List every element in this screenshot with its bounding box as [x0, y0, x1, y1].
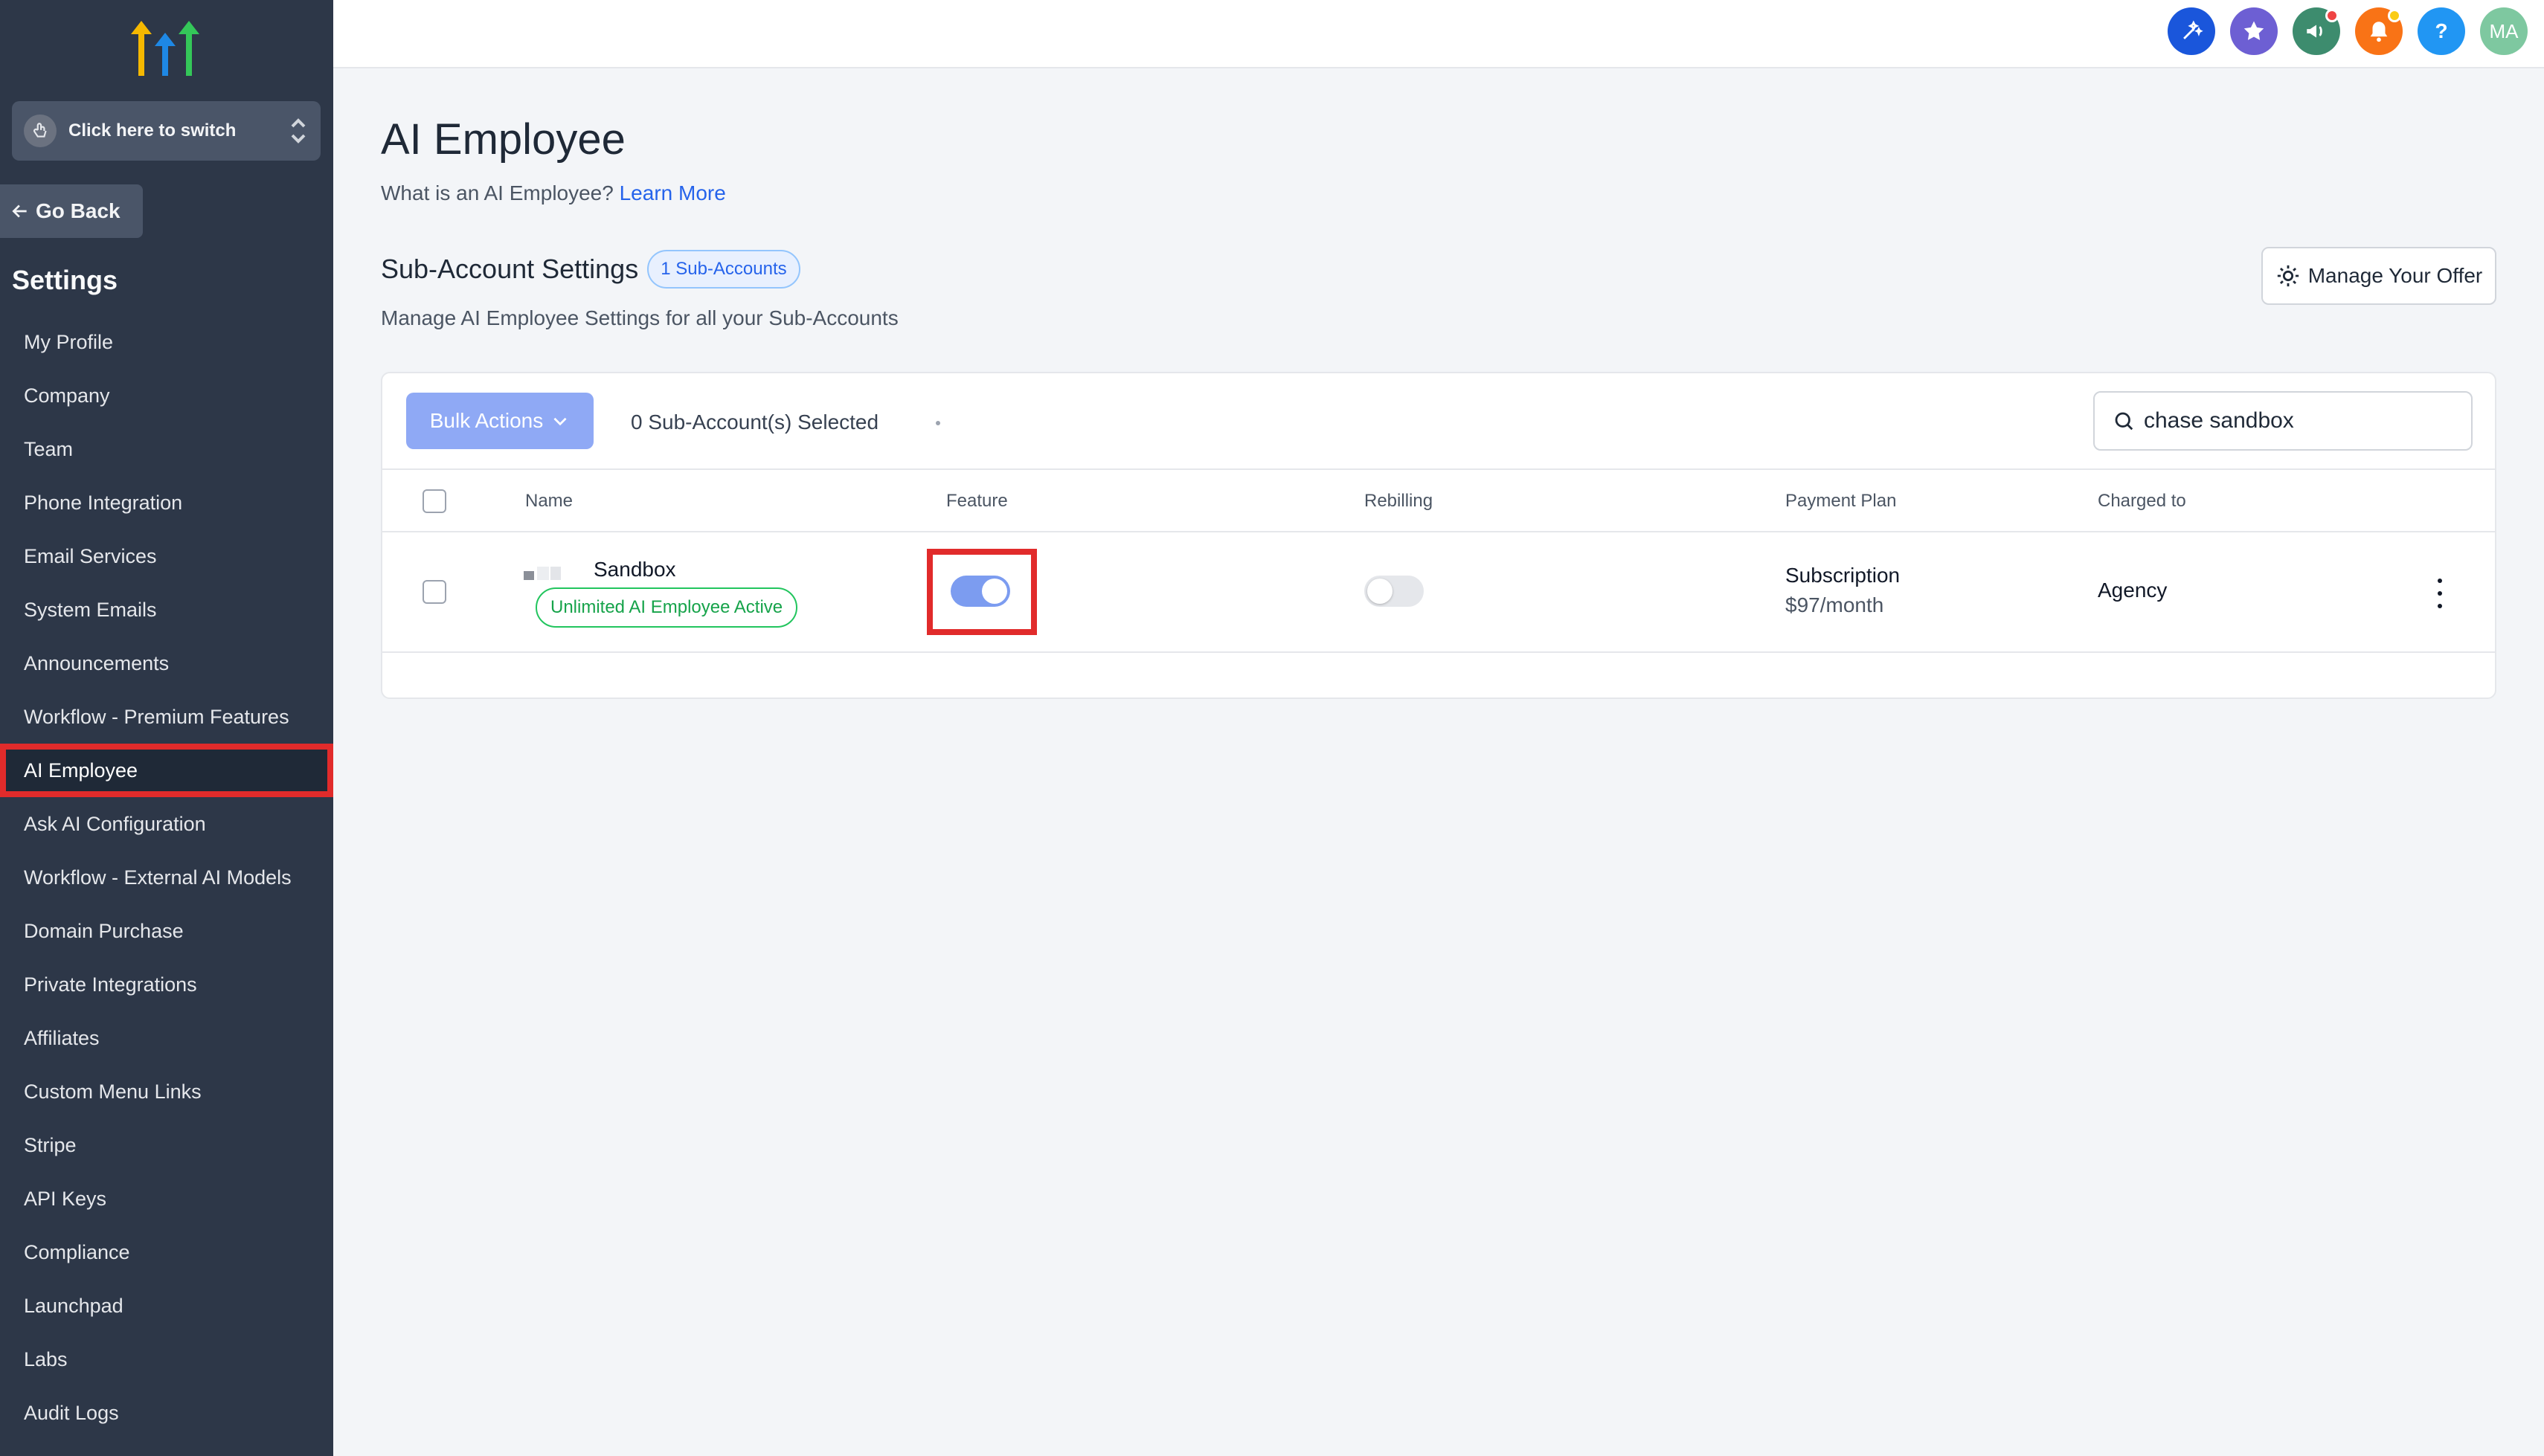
help-glyph: ? [2435, 19, 2448, 42]
sun-icon [2277, 265, 2299, 287]
bulk-actions-button[interactable]: Bulk Actions [406, 393, 594, 449]
section-title: Sub-Account Settings 1 Sub-Accounts [381, 250, 800, 289]
feature-toggle[interactable] [951, 576, 1010, 607]
manage-offer-label: Manage Your Offer [2307, 264, 2483, 287]
settings-nav: My Profile Company Team Phone Integratio… [0, 315, 333, 1440]
account-switcher[interactable]: Click here to switch [12, 101, 321, 161]
sidebar-item-launchpad[interactable]: Launchpad [0, 1279, 333, 1333]
sidebar-item-team[interactable]: Team [0, 422, 333, 476]
bell-icon[interactable] [2355, 7, 2403, 55]
sidebar-item-workflow-premium[interactable]: Workflow - Premium Features [0, 690, 333, 744]
switcher-label: Click here to switch [68, 120, 237, 141]
rebilling-toggle[interactable] [1364, 576, 1424, 607]
subtitle-text: What is an AI Employee? [381, 181, 614, 204]
sidebar-item-email-services[interactable]: Email Services [0, 529, 333, 583]
chevron-updown-icon [291, 118, 306, 144]
sidebar-item-private-integrations[interactable]: Private Integrations [0, 958, 333, 1011]
sidebar-item-announcements[interactable]: Announcements [0, 637, 333, 690]
toggle-knob [982, 579, 1007, 604]
manage-offer-button[interactable]: Manage Your Offer [2261, 247, 2496, 305]
sidebar-item-audit-logs[interactable]: Audit Logs [0, 1386, 333, 1440]
arrow-left-icon [12, 204, 27, 218]
header-charged-to[interactable]: Charged to [2098, 491, 2186, 512]
top-icons: ? MA [2168, 7, 2528, 55]
bulk-actions-label: Bulk Actions [429, 409, 544, 432]
app-logo[interactable] [128, 16, 202, 79]
search-icon [2115, 412, 2133, 431]
sub-accounts-table-card: Bulk Actions 0 Sub-Account(s) Selected N… [381, 372, 2496, 699]
user-avatar[interactable]: MA [2480, 7, 2528, 55]
sidebar-item-domain-purchase[interactable]: Domain Purchase [0, 904, 333, 958]
sidebar-item-api-keys[interactable]: API Keys [0, 1172, 333, 1225]
sidebar-item-stripe[interactable]: Stripe [0, 1118, 333, 1172]
go-back-button[interactable]: Go Back [0, 184, 143, 238]
status-badge: Unlimited AI Employee Active [536, 587, 798, 628]
row-menu-icon[interactable] [2431, 579, 2449, 608]
switch-icon [24, 115, 57, 147]
main-content: AI Employee What is an AI Employee? Lear… [333, 68, 2544, 1456]
page-subtitle: What is an AI Employee? Learn More [381, 181, 726, 205]
section-description: Manage AI Employee Settings for all your… [381, 306, 899, 329]
header-payment-plan[interactable]: Payment Plan [1785, 491, 1896, 512]
header-rebilling[interactable]: Rebilling [1364, 491, 1433, 512]
sidebar-item-system-emails[interactable]: System Emails [0, 583, 333, 637]
settings-heading: Settings [12, 265, 118, 295]
sidebar-item-labs[interactable]: Labs [0, 1333, 333, 1386]
header-feature[interactable]: Feature [946, 491, 1008, 512]
select-all-checkbox[interactable] [423, 489, 446, 513]
header-name[interactable]: Name [525, 491, 573, 512]
table-header: Name Feature Rebilling Payment Plan Char… [382, 468, 2495, 532]
sidebar-item-ai-employee[interactable]: AI Employee [0, 744, 333, 797]
search-box[interactable] [2093, 391, 2473, 451]
learn-more-link[interactable]: Learn More [620, 181, 726, 204]
row-checkbox[interactable] [423, 580, 446, 604]
selected-count: 0 Sub-Account(s) Selected [631, 410, 879, 434]
go-back-label: Go Back [36, 199, 121, 222]
sub-account-count-badge: 1 Sub-Accounts [647, 250, 800, 289]
sidebar-item-company[interactable]: Company [0, 369, 333, 422]
top-bar: ? MA [333, 0, 2544, 68]
help-icon[interactable]: ? [2418, 7, 2465, 55]
payment-plan: Subscription [1785, 564, 1901, 587]
separator-dot [936, 421, 940, 425]
table-row: Sandbox Unlimited AI Employee Active Sub… [382, 532, 2495, 653]
payment-price: $97/month [1785, 593, 1884, 616]
star-icon[interactable] [2230, 7, 2278, 55]
search-input[interactable] [2144, 408, 2456, 434]
notification-dot [2325, 9, 2339, 22]
charged-to: Agency [2098, 579, 2168, 602]
sidebar-item-workflow-external-ai[interactable]: Workflow - External AI Models [0, 851, 333, 904]
sidebar-item-affiliates[interactable]: Affiliates [0, 1011, 333, 1065]
sidebar-item-custom-menu-links[interactable]: Custom Menu Links [0, 1065, 333, 1118]
sidebar: Click here to switch Go Back Settings My… [0, 0, 333, 1456]
page-title: AI Employee [381, 115, 626, 164]
sidebar-item-compliance[interactable]: Compliance [0, 1225, 333, 1279]
sidebar-item-phone-integration[interactable]: Phone Integration [0, 476, 333, 529]
notification-dot [2388, 9, 2401, 22]
sidebar-item-my-profile[interactable]: My Profile [0, 315, 333, 369]
account-name[interactable]: Sandbox [594, 558, 676, 582]
ai-sparkle-icon[interactable] [2168, 7, 2215, 55]
avatar-initials: MA [2489, 19, 2519, 42]
account-avatar [524, 567, 561, 580]
section-title-text: Sub-Account Settings [381, 254, 639, 284]
chevron-down-icon [553, 417, 567, 426]
toggle-knob [1367, 579, 1393, 604]
megaphone-icon[interactable] [2293, 7, 2340, 55]
sidebar-item-ask-ai[interactable]: Ask AI Configuration [0, 797, 333, 851]
